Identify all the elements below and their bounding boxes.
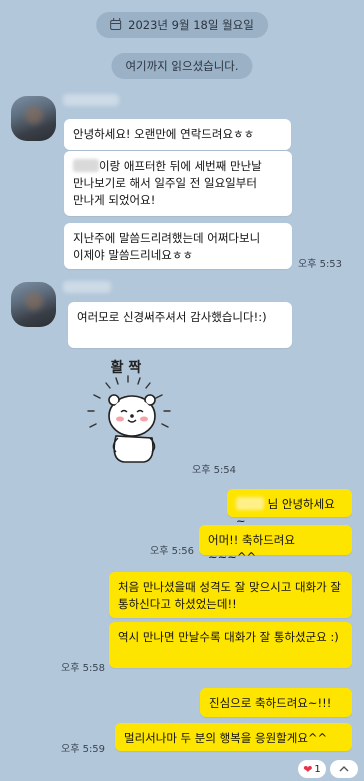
message-time: 오후 5:58 bbox=[61, 663, 106, 674]
message-text: 이랑 애프터한 뒤에 세번째 만난날 만나보기로 해서 일주일 전 일요일부터 … bbox=[73, 159, 262, 207]
calendar-icon bbox=[110, 18, 122, 30]
incoming-message[interactable]: 여러모로 신경써주셔서 감사했습니다!:) bbox=[68, 302, 292, 348]
incoming-message[interactable]: 안녕하세요! 오랜만에 연락드려요ㅎㅎ bbox=[64, 119, 291, 150]
reaction-count: 1 bbox=[314, 763, 321, 775]
more-options-button[interactable] bbox=[330, 760, 358, 778]
message-time: 오후 5:56 bbox=[150, 546, 195, 557]
sender-name-redacted[interactable] bbox=[63, 281, 111, 293]
read-marker: 여기까지 읽으셨습니다. bbox=[111, 53, 253, 79]
message-text: 처음 만나셨을때 성격도 잘 맞으시고 대화가 잘 통하신다고 하셨었는데!! bbox=[118, 580, 341, 611]
sticker-caption: 활 짝 bbox=[111, 359, 142, 376]
message-time: 오후 5:54 bbox=[192, 465, 237, 476]
message-text: 안녕하세요! 오랜만에 연락드려요ㅎㅎ bbox=[73, 127, 255, 141]
message-text: 지난주에 말씀드리려했는데 어쩌다보니 이제야 말씀드리네요ㅎㅎ bbox=[73, 231, 261, 262]
incoming-message[interactable]: 지난주에 말씀드리려했는데 어쩌다보니 이제야 말씀드리네요ㅎㅎ bbox=[64, 223, 292, 269]
outgoing-message[interactable]: 멀리서나마 두 분의 행복을 응원할게요^^ bbox=[115, 723, 352, 751]
sender-avatar[interactable] bbox=[11, 282, 56, 327]
date-divider-text: 2023년 9월 18일 월요일 bbox=[128, 18, 254, 32]
outgoing-message[interactable]: 처음 만나셨을때 성격도 잘 맞으시고 대화가 잘 통하신다고 하셨었는데!! bbox=[109, 572, 352, 618]
sender-avatar[interactable] bbox=[11, 96, 56, 141]
date-divider: 2023년 9월 18일 월요일 bbox=[96, 12, 268, 38]
sticker-image[interactable]: 활 짝 bbox=[80, 356, 190, 468]
outgoing-message[interactable]: 진심으로 축하드려요~!!! bbox=[200, 688, 352, 717]
outgoing-message[interactable]: 님 안녕하세요~ bbox=[227, 489, 352, 528]
reaction-badge[interactable]: ❤ 1 bbox=[298, 760, 326, 778]
sender-name-redacted[interactable] bbox=[63, 94, 119, 106]
incoming-message[interactable]: 이랑 애프터한 뒤에 세번째 만난날 만나보기로 해서 일주일 전 일요일부터 … bbox=[64, 151, 292, 216]
more-icon bbox=[339, 766, 349, 772]
heart-icon: ❤ bbox=[303, 762, 313, 776]
message-text: 여러모로 신경써주셔서 감사했습니다!:) bbox=[77, 310, 267, 324]
outgoing-message[interactable]: 역시 만나면 만날수록 대화가 잘 통하셨군요 :) bbox=[109, 622, 352, 668]
outgoing-message[interactable]: 어머!! 축하드려요~~~^^ bbox=[199, 525, 352, 564]
redacted-name bbox=[236, 497, 264, 510]
message-text: 진심으로 축하드려요~!!! bbox=[209, 696, 332, 710]
message-text: 역시 만나면 만날수록 대화가 잘 통하셨군요 :) bbox=[118, 630, 339, 644]
message-time: 오후 5:53 bbox=[298, 259, 343, 270]
message-time: 오후 5:59 bbox=[61, 744, 106, 755]
message-text: 멀리서나마 두 분의 행복을 응원할게요^^ bbox=[124, 731, 328, 745]
redacted-name bbox=[73, 159, 99, 172]
message-text: 어머!! 축하드려요~~~^^ bbox=[208, 533, 295, 564]
